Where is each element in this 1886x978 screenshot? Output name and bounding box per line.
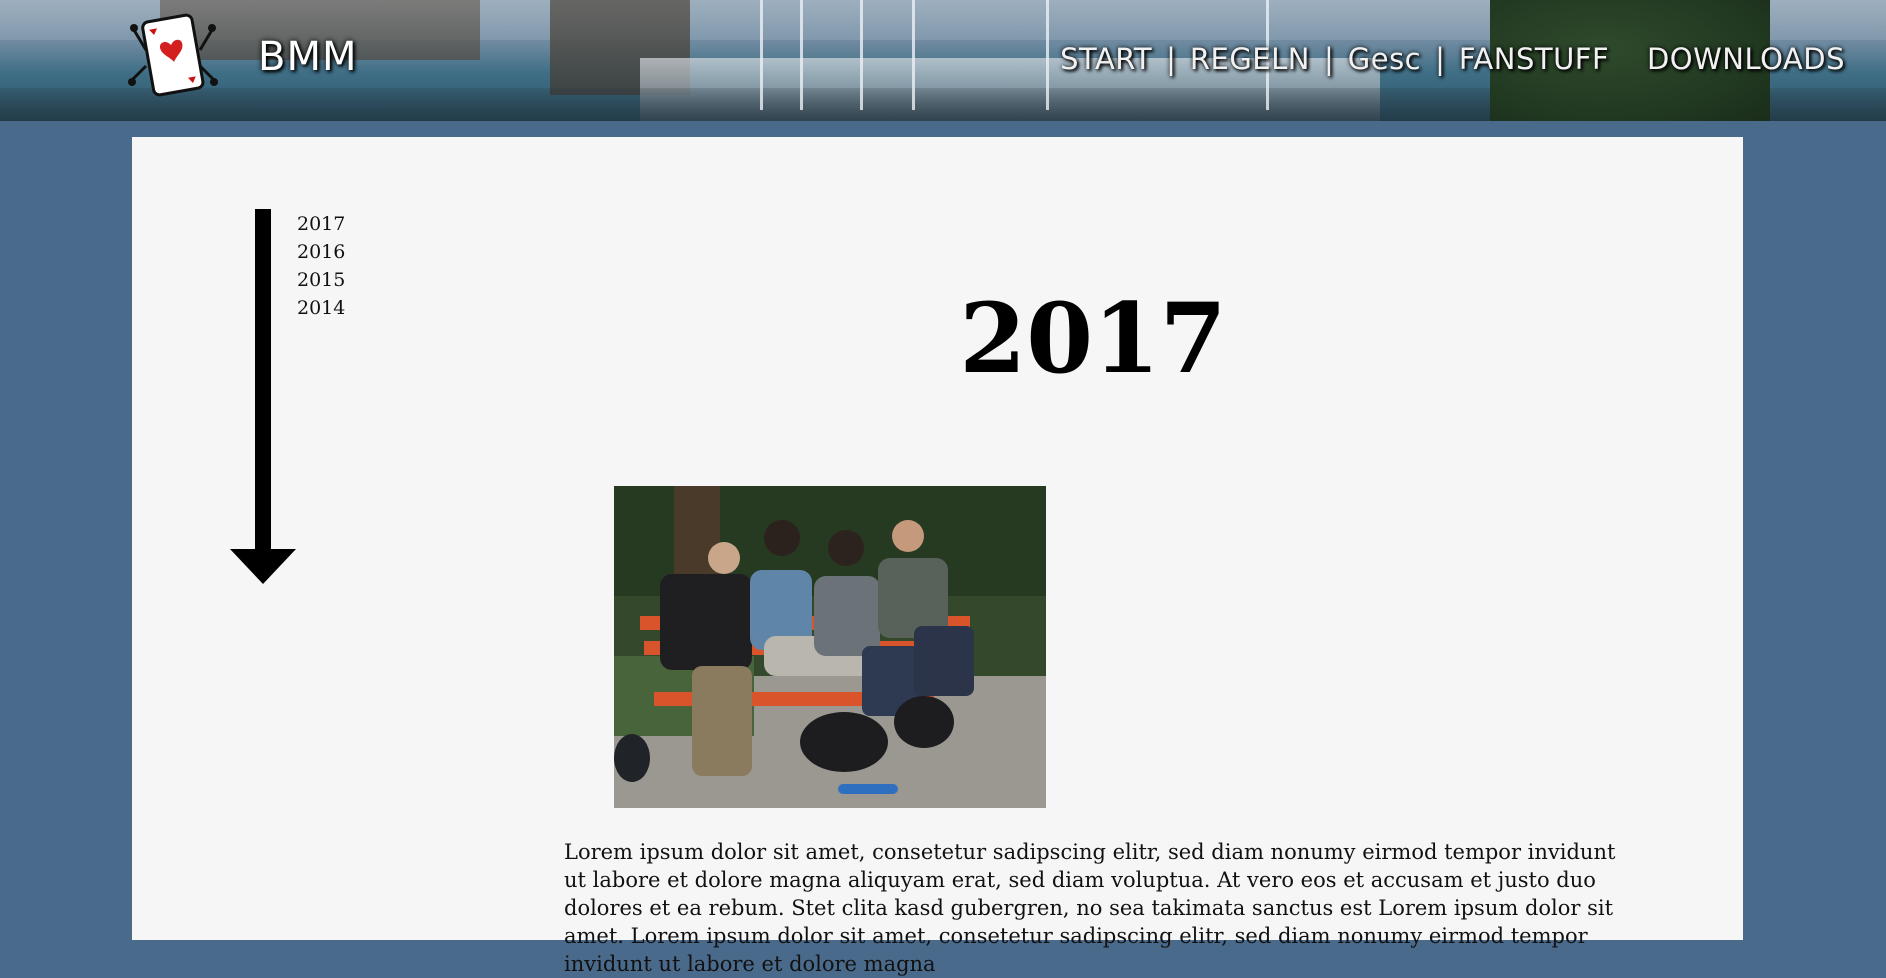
nav-separator: | xyxy=(1435,42,1445,76)
banner-mast xyxy=(912,0,915,110)
year-link-2017[interactable]: 2017 xyxy=(297,210,345,238)
banner-mast xyxy=(800,0,803,110)
nav-downloads[interactable]: DOWNLOADS xyxy=(1647,42,1845,76)
nav-fanstuff[interactable]: FANSTUFF xyxy=(1459,42,1609,76)
group-photo-illustration xyxy=(614,486,1046,808)
main-nav: START | REGELN | Gesc | FANSTUFF | DOWNL… xyxy=(1060,42,1845,76)
year-link-2016[interactable]: 2016 xyxy=(297,238,345,266)
page-title: 2017 xyxy=(959,282,1227,395)
logo-card-icon[interactable] xyxy=(128,10,218,102)
nav-regeln[interactable]: REGELN xyxy=(1190,42,1310,76)
timeline-arrow-icon xyxy=(230,209,296,584)
banner-mast xyxy=(760,0,763,110)
header-banner: BMM START | REGELN | Gesc | FANSTUFF | D… xyxy=(0,0,1886,121)
nav-separator: | xyxy=(1323,42,1334,76)
site-title[interactable]: BMM xyxy=(258,34,357,80)
nav-geschichte[interactable]: Gesc xyxy=(1348,42,1421,76)
article-paragraph: Lorem ipsum dolor sit amet, consetetur s… xyxy=(564,840,1616,976)
nav-start[interactable]: START xyxy=(1060,42,1152,76)
banner-mast xyxy=(1046,0,1049,110)
nav-separator: | xyxy=(1166,42,1176,76)
banner-mast xyxy=(860,0,863,110)
group-photo xyxy=(614,486,1046,808)
